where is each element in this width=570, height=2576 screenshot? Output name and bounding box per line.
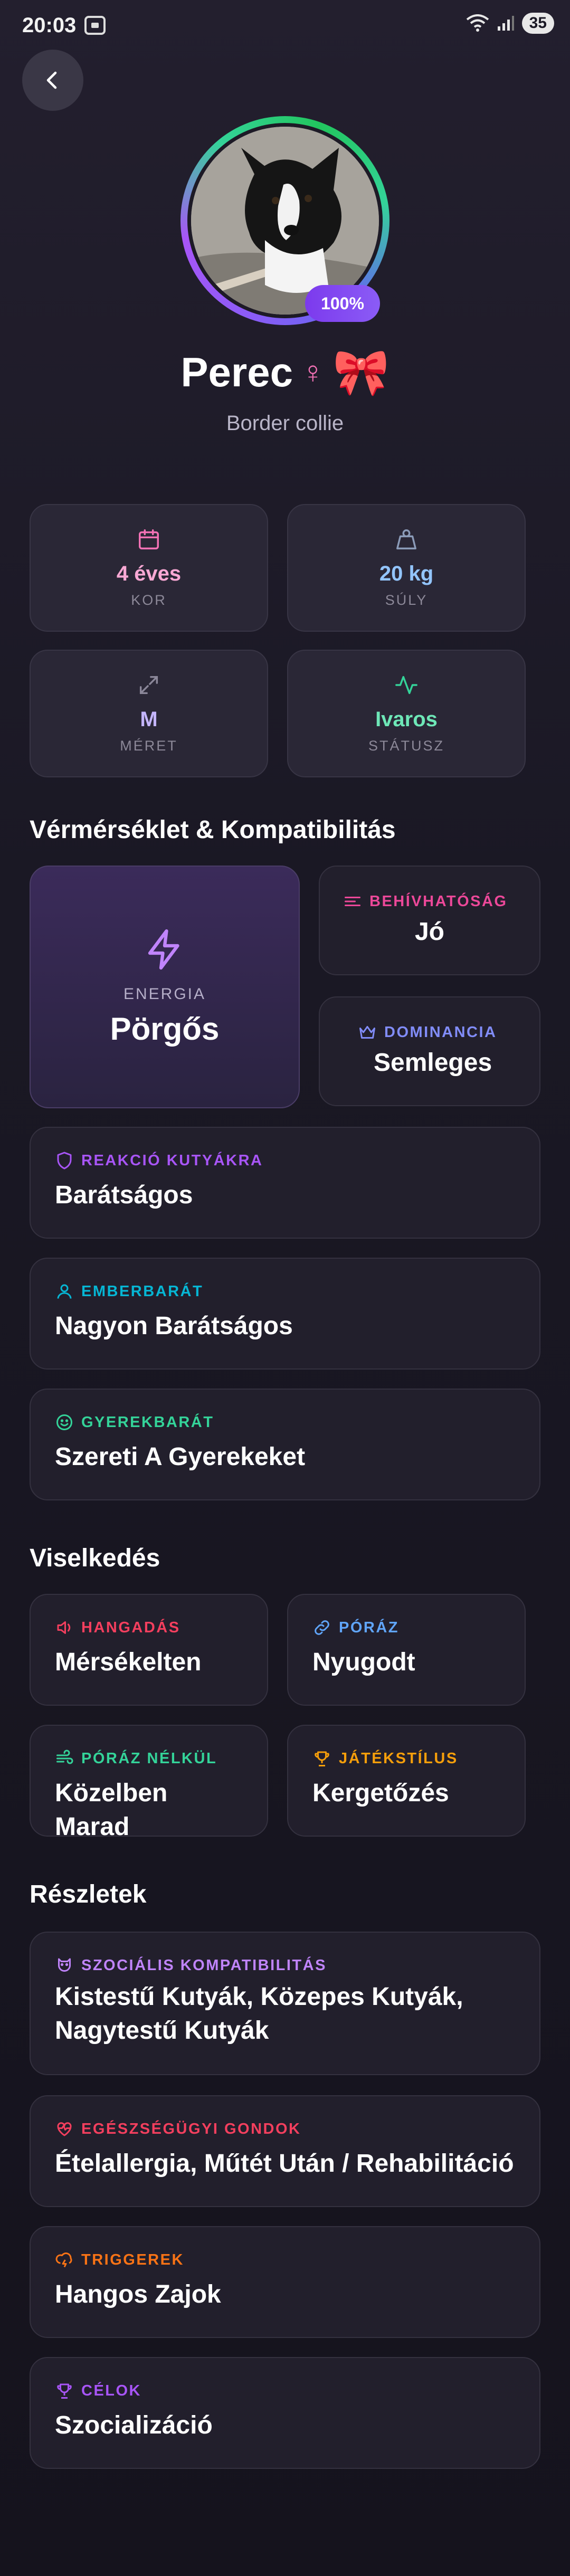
- smile-icon: [55, 1413, 74, 1432]
- energy-label: ENERGIA: [123, 985, 206, 1003]
- crown-icon: [358, 1023, 377, 1042]
- user-icon: [55, 1282, 74, 1301]
- goals-card: CÉLOK Szocializáció: [30, 2357, 540, 2469]
- cloud-lightning-icon: [55, 2250, 74, 2269]
- lines-icon: [343, 892, 362, 911]
- back-button[interactable]: [22, 50, 83, 111]
- barking-card: HANGADÁS Mérsékelten: [30, 1594, 268, 1706]
- expand-icon: [137, 673, 161, 697]
- stat-card-status: Ivaros STÁTUSZ: [287, 650, 526, 777]
- card-value: Jó: [414, 918, 444, 946]
- card-value: Semleges: [374, 1049, 492, 1077]
- stat-value: M: [140, 708, 158, 731]
- link-icon: [312, 1618, 331, 1637]
- wind-icon: [55, 1749, 74, 1768]
- card-label: REAKCIÓ KUTYÁKRA: [81, 1152, 263, 1169]
- wifi-icon: [466, 14, 489, 32]
- card-label: JÁTÉKSTÍLUS: [339, 1750, 458, 1767]
- speaker-icon: [55, 1618, 74, 1637]
- female-icon: ♀: [301, 355, 325, 389]
- triggers-card: TRIGGEREK Hangos Zajok: [30, 2226, 540, 2338]
- off-leash-card: PÓRÁZ NÉLKÜL Közelben Marad: [30, 1725, 268, 1841]
- card-value: Kergetőzés: [312, 1779, 449, 1807]
- stat-card-age: 4 éves KOR: [30, 504, 268, 632]
- people-friendly-card: EMBERBARÁT Nagyon Barátságos: [30, 1258, 540, 1370]
- card-label: PÓRÁZ NÉLKÜL: [81, 1750, 217, 1767]
- card-label: EMBERBARÁT: [81, 1282, 204, 1300]
- heart-pulse-icon: [55, 2119, 74, 2138]
- card-value: Hangos Zajok: [55, 2280, 221, 2308]
- calendar-icon: [137, 527, 161, 552]
- card-value: Nyugodt: [312, 1648, 415, 1676]
- card-label: PÓRÁZ: [339, 1619, 399, 1636]
- card-value: Ételallergia, Műtét Után / Rehabilitáció: [55, 2150, 514, 2178]
- card-value: Mérsékelten: [55, 1648, 202, 1676]
- trophy-icon: [55, 2381, 74, 2400]
- card-value: Barátságos: [55, 1181, 193, 1209]
- stat-label: MÉRET: [120, 738, 178, 754]
- signal-icon: [497, 15, 515, 32]
- stat-card-size: M MÉRET: [30, 650, 268, 777]
- dog-face-icon: [55, 1956, 74, 1975]
- card-value: Kistestű Kutyák, Közepes Kutyák, Nagytes…: [55, 1983, 463, 2045]
- screen-record-icon: [84, 16, 106, 35]
- shield-icon: [55, 1151, 74, 1170]
- stat-label: STÁTUSZ: [368, 738, 444, 754]
- status-icons: 35: [466, 13, 554, 34]
- card-label: HANGADÁS: [81, 1619, 180, 1636]
- card-value: Közelben Marad: [55, 1779, 168, 1841]
- card-label: BEHÍVHATÓSÁG: [369, 892, 508, 910]
- section-title-behavior: Viselkedés: [30, 1544, 160, 1572]
- trophy-icon: [312, 1749, 331, 1768]
- stat-label: KOR: [131, 592, 167, 608]
- stat-label: SÚLY: [385, 592, 428, 608]
- activity-icon: [394, 673, 419, 697]
- social-compatibility-card: SZOCIÁLIS KOMPATIBILITÁS Kistestű Kutyák…: [30, 1932, 540, 2075]
- card-label: GYEREKBARÁT: [81, 1413, 214, 1431]
- card-value: Szocializáció: [55, 2411, 213, 2439]
- child-friendly-card: GYEREKBARÁT Szereti A Gyerekeket: [30, 1389, 540, 1500]
- section-title-temperament: Vérmérséklet & Kompatibilitás: [30, 816, 396, 844]
- status-time: 20:03: [22, 14, 77, 37]
- stat-value: Ivaros: [375, 708, 438, 731]
- card-label: DOMINANCIA: [384, 1023, 497, 1041]
- card-value: Szereti A Gyerekeket: [55, 1443, 306, 1471]
- stat-value: 20 kg: [379, 562, 434, 585]
- battery-indicator: 35: [521, 13, 554, 34]
- weight-icon: [394, 527, 419, 552]
- bow-icon: 🎀: [332, 347, 390, 398]
- completion-badge: 100%: [305, 285, 380, 322]
- energy-card: ENERGIA Pörgős: [30, 866, 300, 1108]
- dog-reaction-card: REAKCIÓ KUTYÁKRA Barátságos: [30, 1127, 540, 1239]
- card-label: SZOCIÁLIS KOMPATIBILITÁS: [81, 1956, 327, 1974]
- lightning-icon: [142, 927, 187, 972]
- recall-card: BEHÍVHATÓSÁG Jó: [319, 866, 540, 975]
- play-style-card: JÁTÉKSTÍLUS Kergetőzés: [287, 1725, 526, 1837]
- energy-value: Pörgős: [110, 1011, 220, 1047]
- leash-card: PÓRÁZ Nyugodt: [287, 1594, 526, 1706]
- stat-value: 4 éves: [116, 562, 182, 585]
- card-label: EGÉSZSÉGÜGYI GONDOK: [81, 2120, 301, 2137]
- section-title-details: Részletek: [30, 1880, 147, 1908]
- pet-name: Perec: [180, 349, 293, 395]
- health-card: EGÉSZSÉGÜGYI GONDOK Ételallergia, Műtét …: [30, 2095, 540, 2207]
- chevron-left-icon: [42, 70, 63, 91]
- stat-card-weight: 20 kg SÚLY: [287, 504, 526, 632]
- card-value: Nagyon Barátságos: [55, 1312, 293, 1340]
- pet-breed: Border collie: [226, 412, 344, 435]
- pet-name-row: Perec ♀ 🎀: [0, 346, 570, 399]
- dominance-card: DOMINANCIA Semleges: [319, 996, 540, 1106]
- card-label: TRIGGEREK: [81, 2251, 184, 2268]
- card-label: CÉLOK: [81, 2382, 141, 2399]
